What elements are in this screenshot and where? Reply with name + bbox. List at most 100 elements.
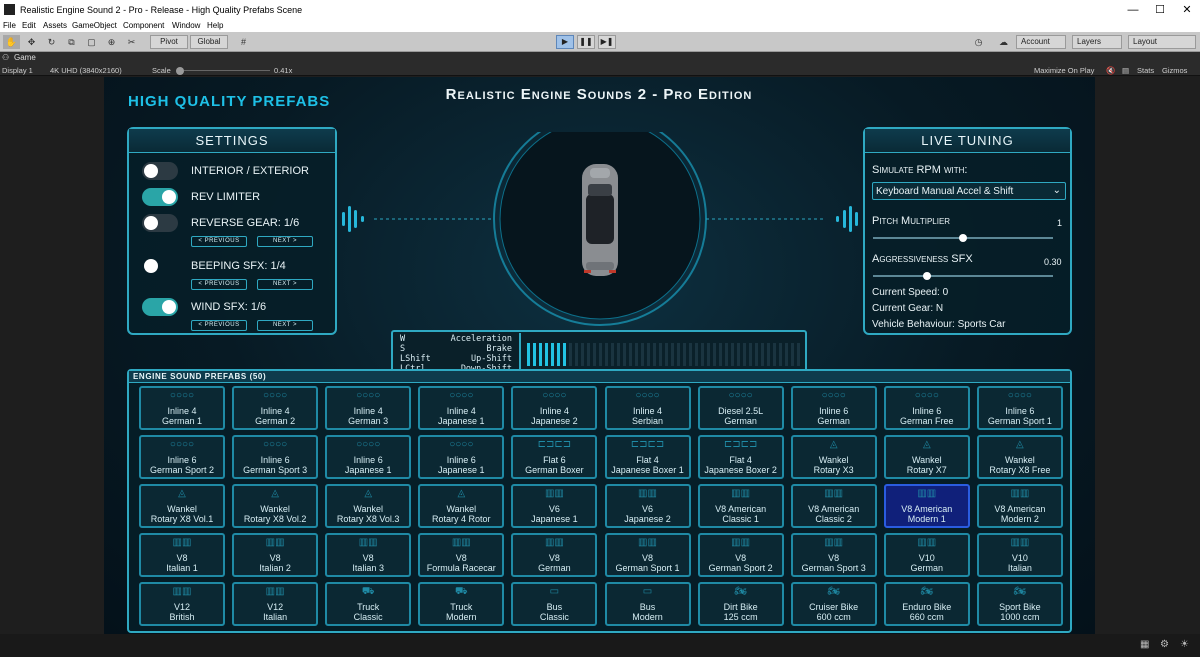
minimize-button[interactable]: — xyxy=(1126,3,1140,17)
custom-tool-icon[interactable]: ✂ xyxy=(123,35,140,49)
prefab-button[interactable]: ⊏⊐⊏⊐ Flat 6 German Boxer xyxy=(511,435,598,479)
prefab-button[interactable]: ◬ Wankel Rotary X7 xyxy=(883,435,970,479)
prefab-button[interactable]: ○○○○ Diesel 2.5L German xyxy=(697,386,784,430)
prefab-button[interactable]: ▥▥ V10 German xyxy=(883,533,970,577)
prefab-button[interactable]: ▥▥ V12 Italian xyxy=(232,582,319,626)
prefab-button[interactable]: ⛟ Truck Classic xyxy=(325,582,412,626)
pause-button[interactable]: ❚❚ xyxy=(577,35,595,49)
aggressiveness-slider[interactable] xyxy=(873,275,1053,277)
cloud-icon[interactable]: ☁ xyxy=(995,35,1012,49)
prefab-button[interactable]: ▥▥ V8 Formula Racecar xyxy=(418,533,505,577)
prefab-button[interactable]: ▭ Bus Classic xyxy=(511,582,598,626)
prefab-button[interactable]: ◬ Wankel Rotary 4 Rotor xyxy=(418,484,505,528)
collab-icon[interactable]: ◷ xyxy=(970,35,987,49)
prefab-button[interactable]: ▥▥ V8 Italian 1 xyxy=(139,533,225,577)
resolution-dropdown[interactable]: 4K UHD (3840x2160) xyxy=(50,66,122,75)
wind-sfx-next-button[interactable]: NEXT > xyxy=(257,320,313,331)
prefab-button[interactable]: ○○○○ Inline 4 German 1 xyxy=(139,386,225,430)
scale-slider-handle[interactable] xyxy=(176,67,184,75)
reverse-gear-toggle[interactable] xyxy=(142,214,178,232)
stats-toggle[interactable]: Stats xyxy=(1137,66,1154,75)
prefab-button[interactable]: ○○○○ Inline 6 German Sport 3 xyxy=(232,435,319,479)
prefab-button[interactable]: ○○○○ Inline 6 Japanese 1 xyxy=(418,435,505,479)
menu-component[interactable]: Component xyxy=(123,21,164,30)
prefab-button[interactable]: 🏍 Enduro Bike 660 ccm xyxy=(883,582,970,626)
close-button[interactable]: ✕ xyxy=(1180,3,1194,17)
menu-help[interactable]: Help xyxy=(207,21,223,30)
prefab-button[interactable]: ○○○○ Inline 6 German Sport 1 xyxy=(976,386,1063,430)
prefab-button[interactable]: ○○○○ Inline 6 German xyxy=(790,386,877,430)
prefab-button[interactable]: ○○○○ Inline 4 Serbian xyxy=(604,386,691,430)
grid-snap-icon[interactable]: # xyxy=(235,35,252,49)
move-tool-icon[interactable]: ✥ xyxy=(23,35,40,49)
prefab-button[interactable]: 🏍 Sport Bike 1000 ccm xyxy=(976,582,1063,626)
rev-limiter-toggle[interactable] xyxy=(142,188,178,206)
prefab-button[interactable]: 🏍 Dirt Bike 125 ccm xyxy=(697,582,784,626)
gizmos-dropdown[interactable]: Gizmos xyxy=(1162,66,1187,75)
prefab-button[interactable]: ▥▥ V12 British xyxy=(139,582,225,626)
prefab-button[interactable]: ▥▥ V8 German Sport 1 xyxy=(604,533,691,577)
play-button[interactable]: ▶ xyxy=(556,35,574,49)
beeping-sfx-toggle[interactable] xyxy=(142,257,178,275)
prefab-button[interactable]: ▥▥ V6 Japanese 2 xyxy=(604,484,691,528)
beeping-sfx-next-button[interactable]: NEXT > xyxy=(257,279,313,290)
interior-exterior-toggle[interactable] xyxy=(142,162,178,180)
rect-tool-icon[interactable]: ▢ xyxy=(83,35,100,49)
prefab-button[interactable]: ▥▥ V8 German Sport 3 xyxy=(790,533,877,577)
prefab-button[interactable]: ◬ Wankel Rotary X8 Vol.2 xyxy=(232,484,319,528)
menu-assets[interactable]: Assets xyxy=(43,21,67,30)
prefab-button[interactable]: ▥▥ V8 American Modern 2 xyxy=(976,484,1063,528)
prefab-button[interactable]: ◬ Wankel Rotary X3 xyxy=(790,435,877,479)
wind-sfx-previous-button[interactable]: < PREVIOUS xyxy=(191,320,247,331)
rotate-tool-icon[interactable]: ↻ xyxy=(43,35,60,49)
wind-sfx-toggle[interactable] xyxy=(142,298,178,316)
hand-tool-icon[interactable]: ✋ xyxy=(3,35,20,49)
scale-tool-icon[interactable]: ⧉ xyxy=(63,35,80,49)
layout-icon[interactable]: ▤ xyxy=(1122,66,1129,75)
menu-gameobject[interactable]: GameObject xyxy=(72,21,117,30)
prefab-button[interactable]: ▥▥ V8 American Classic 2 xyxy=(790,484,877,528)
scale-slider-track[interactable] xyxy=(184,70,270,71)
prefab-button[interactable]: ○○○○ Inline 4 German 3 xyxy=(325,386,412,430)
prefab-button[interactable]: 🏍 Cruiser Bike 600 ccm xyxy=(790,582,877,626)
prefab-button[interactable]: ○○○○ Inline 6 German Sport 2 xyxy=(139,435,225,479)
prefab-button[interactable]: ▥▥ V8 German xyxy=(511,533,598,577)
prefab-button[interactable]: ○○○○ Inline 4 German 2 xyxy=(232,386,319,430)
prefab-button[interactable]: ◬ Wankel Rotary X8 Vol.3 xyxy=(325,484,412,528)
prefab-button[interactable]: ▥▥ V8 American Modern 1 xyxy=(883,484,970,528)
maximize-button[interactable]: ☐ xyxy=(1153,3,1167,17)
prefab-button[interactable]: ○○○○ Inline 6 Japanese 1 xyxy=(325,435,412,479)
aggressiveness-handle[interactable] xyxy=(923,272,931,280)
beeping-sfx-previous-button[interactable]: < PREVIOUS xyxy=(191,279,247,290)
account-dropdown[interactable]: Account xyxy=(1016,35,1066,49)
prefab-button[interactable]: ▭ Bus Modern xyxy=(604,582,691,626)
reverse-gear-previous-button[interactable]: < PREVIOUS xyxy=(191,236,247,247)
prefab-button[interactable]: ○○○○ Inline 6 German Free xyxy=(883,386,970,430)
pitch-multiplier-handle[interactable] xyxy=(959,234,967,242)
simulate-rpm-dropdown[interactable]: Keyboard Manual Accel & Shift ⌄ xyxy=(872,182,1066,200)
prefab-button[interactable]: ⊏⊐⊏⊐ Flat 4 Japanese Boxer 2 xyxy=(697,435,784,479)
menu-window[interactable]: Window xyxy=(172,21,200,30)
prefab-button[interactable]: ○○○○ Inline 4 Japanese 1 xyxy=(418,386,505,430)
pivot-toggle[interactable]: Pivot xyxy=(150,35,188,49)
maximize-on-play-toggle[interactable]: Maximize On Play xyxy=(1034,66,1094,75)
menu-edit[interactable]: Edit xyxy=(22,21,36,30)
prefab-button[interactable]: ○○○○ Inline 4 Japanese 2 xyxy=(511,386,598,430)
transform-tool-icon[interactable]: ⊕ xyxy=(103,35,120,49)
prefab-button[interactable]: ⊏⊐⊏⊐ Flat 4 Japanese Boxer 1 xyxy=(604,435,691,479)
prefab-button[interactable]: ▥▥ V8 German Sport 2 xyxy=(697,533,784,577)
prefab-button[interactable]: ◬ Wankel Rotary X8 Free xyxy=(976,435,1063,479)
prefab-button[interactable]: ⛟ Truck Modern xyxy=(418,582,505,626)
prefab-button[interactable]: ▥▥ V6 Japanese 1 xyxy=(511,484,598,528)
prefab-button[interactable]: ▥▥ V8 Italian 3 xyxy=(325,533,412,577)
prefab-button[interactable]: ▥▥ V8 American Classic 1 xyxy=(697,484,784,528)
display-dropdown[interactable]: Display 1 xyxy=(2,66,33,75)
prefab-button[interactable]: ▥▥ V10 Italian xyxy=(976,533,1063,577)
layers-dropdown[interactable]: Layers xyxy=(1072,35,1122,49)
prefab-button[interactable]: ▥▥ V8 Italian 2 xyxy=(232,533,319,577)
menu-file[interactable]: File xyxy=(3,21,16,30)
mute-audio-icon[interactable]: 🔇 xyxy=(1106,66,1115,75)
step-button[interactable]: ▶❚ xyxy=(598,35,616,49)
reverse-gear-next-button[interactable]: NEXT > xyxy=(257,236,313,247)
global-toggle[interactable]: Global xyxy=(190,35,228,49)
